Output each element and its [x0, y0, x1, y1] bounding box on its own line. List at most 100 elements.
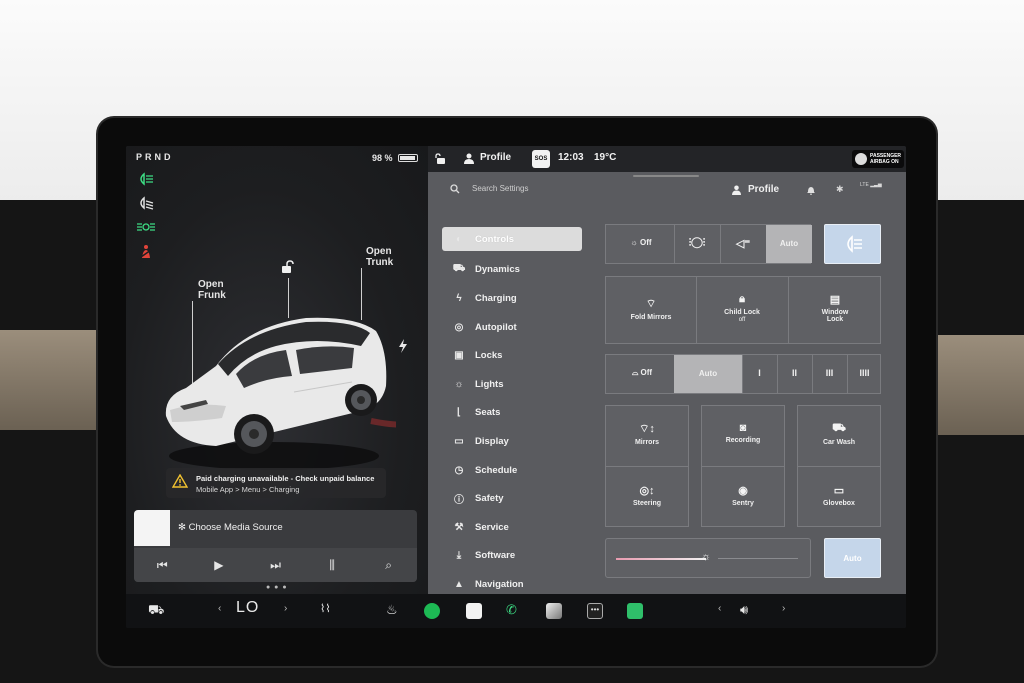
window-lock-button[interactable]: ▤ Window Lock	[788, 293, 882, 323]
wiper-auto-button[interactable]: Auto	[674, 369, 742, 378]
volume-down-chevron-icon[interactable]: ‹	[718, 603, 721, 614]
mirrors-adjust-button[interactable]: ⌔↕ Mirrors	[606, 422, 688, 446]
nav-service[interactable]: ⚒ Service	[442, 513, 582, 542]
charge-port-icon[interactable]	[396, 338, 410, 354]
car-icon: ⛟	[452, 263, 466, 275]
nav-seats[interactable]: ⌊ Seats	[442, 399, 582, 428]
gear-indicator: PRND	[136, 152, 174, 162]
nav-display[interactable]: ▭ Display	[442, 427, 582, 456]
child-lock-label: Child Lock	[724, 309, 760, 316]
nav-locks[interactable]: ▣ Locks	[442, 341, 582, 370]
brightness-track-filled	[616, 558, 706, 560]
touchscreen: PRND 98 % Open Frunk Open Trunk Paid cha…	[126, 146, 906, 628]
lights-off-button[interactable]: ☼ Off	[616, 238, 666, 247]
cabin-temperature[interactable]: LO	[236, 599, 259, 617]
nav-label: Seats	[475, 407, 501, 419]
headlights-control: ☼ Off ⫶◯⫶ ◁⁼ Auto	[605, 224, 812, 264]
alert-circle-icon: ⓘ	[454, 495, 464, 507]
glovebox-button[interactable]: ▭ Glovebox	[798, 484, 880, 507]
mirror-icon: ⌔	[645, 298, 657, 310]
brightness-slider[interactable]: ☼	[605, 538, 811, 578]
profile-button[interactable]: Profile	[480, 152, 511, 163]
nav-label: Schedule	[475, 464, 518, 476]
sentry-label: Sentry	[732, 500, 754, 507]
volume-icon[interactable]: 🔊︎	[740, 602, 748, 618]
brightness-sun-icon[interactable]: ☼	[701, 551, 711, 563]
temp-up-chevron-icon[interactable]: ›	[284, 603, 287, 614]
nav-charging[interactable]: ϟ Charging	[442, 284, 582, 313]
brightness-auto-button[interactable]: Auto	[824, 538, 881, 578]
sos-button[interactable]: SOS	[532, 150, 550, 168]
seat-icon: ⌊	[457, 407, 461, 419]
nav-safety[interactable]: ⓘ Safety	[442, 484, 582, 513]
search-settings-input[interactable]: Search Settings	[472, 184, 528, 193]
parking-lights-button[interactable]: ⫶◯⫶	[674, 237, 720, 250]
wiper-speed-3[interactable]: III	[812, 368, 847, 378]
wiper-icon: ⌓	[631, 368, 639, 377]
nav-label: Dynamics	[475, 264, 520, 276]
nav-schedule[interactable]: ◷ Schedule	[442, 456, 582, 485]
fold-mirrors-button[interactable]: ⌔ Fold Mirrors	[606, 297, 696, 321]
high-beam-button[interactable]	[824, 224, 881, 264]
volume-up-chevron-icon[interactable]: ›	[782, 603, 785, 614]
low-beam-icon: ◁⁼	[735, 238, 751, 250]
car-icon[interactable]: ⛟	[148, 602, 164, 620]
car-wash-button[interactable]: ⛟ Car Wash	[798, 422, 880, 446]
bottom-dock: ⛟ ‹ LO › ⌇⌇ ♨ ✆ ••• ‹ 🔊︎ ›	[126, 594, 906, 628]
album-art	[134, 510, 170, 546]
nav-controls[interactable]: ◐ Controls	[442, 227, 582, 251]
drag-handle[interactable]	[633, 175, 699, 177]
divider	[606, 466, 688, 467]
lock-status-icon[interactable]	[434, 153, 446, 165]
next-track-icon[interactable]: ⏭	[255, 558, 295, 573]
more-apps-icon[interactable]: •••	[587, 603, 603, 619]
settings-panel: Search Settings Profile ✱ LTE ▂▃▅ ◐ Contr…	[428, 172, 906, 594]
low-beam-button[interactable]: ◁⁼	[720, 237, 766, 250]
search-icon[interactable]: ⌕	[369, 558, 409, 573]
alert-detail: Mobile App > Menu > Charging	[196, 485, 300, 494]
play-icon[interactable]: ▶	[199, 558, 239, 572]
seat-heater-icon[interactable]: ⌇⌇	[320, 602, 331, 615]
nav-dynamics[interactable]: ⛟ Dynamics	[442, 256, 582, 285]
open-frunk-button[interactable]: Open Frunk	[198, 279, 226, 301]
sun-icon: ☼	[454, 378, 464, 390]
media-controls: ⏮ ▶ ⏭ ⫼ ⌕	[134, 548, 417, 582]
settings-profile-button[interactable]: Profile	[748, 184, 779, 195]
fold-mirrors-label: Fold Mirrors	[630, 314, 672, 321]
charging-alert[interactable]: Paid charging unavailable - Check unpaid…	[166, 468, 386, 498]
notification-bell-icon[interactable]	[806, 185, 816, 195]
glovebox-label: Glovebox	[823, 500, 855, 507]
battery-icon	[398, 154, 418, 162]
previous-track-icon[interactable]: ⏮	[142, 558, 182, 573]
unlock-icon[interactable]	[280, 260, 294, 274]
open-trunk-button[interactable]: Open Trunk	[366, 246, 393, 268]
profile-icon-2	[732, 185, 741, 195]
nav-software[interactable]: ⤓ Software	[442, 542, 582, 571]
app-launcher-icon[interactable]	[466, 603, 482, 619]
spotify-icon[interactable]	[424, 603, 440, 619]
bluetooth-icon[interactable]: ✱	[836, 184, 844, 195]
wiper-speed-4[interactable]: IIII	[847, 368, 882, 378]
child-lock-button[interactable]: 🔒︎ Child Lock off	[696, 293, 788, 323]
navigation-app-icon[interactable]	[546, 603, 562, 619]
steering-adjust-button[interactable]: ◎↕ Steering	[606, 484, 688, 507]
wiper-off-button[interactable]: ⌓ Off	[614, 368, 670, 378]
nav-autopilot[interactable]: ◎ Autopilot	[442, 313, 582, 342]
wiper-speed-1[interactable]: I	[742, 368, 777, 378]
nav-label: Display	[475, 435, 509, 447]
settings-nav: ◐ Controls ⛟ Dynamics ϟ Charging ◎ Autopilot…	[442, 227, 582, 599]
energy-app-icon[interactable]	[627, 603, 643, 619]
phone-icon[interactable]: ✆	[506, 602, 517, 618]
choose-media-source-button[interactable]: ✻ Choose Media Source	[178, 522, 283, 533]
temp-down-chevron-icon[interactable]: ‹	[218, 603, 221, 614]
equalizer-icon[interactable]: ⫼	[312, 558, 352, 573]
sentry-button[interactable]: ◉ Sentry	[702, 484, 784, 507]
mirrors-locks-group: ⌔ Fold Mirrors 🔒︎ Child Lock off ▤ Window Loc…	[605, 276, 881, 344]
lights-auto-button[interactable]: Auto	[766, 239, 812, 248]
steering-heater-icon[interactable]: ♨	[386, 602, 398, 618]
wiper-speed-2[interactable]: II	[777, 368, 812, 378]
nav-lights[interactable]: ☼ Lights	[442, 370, 582, 399]
display-icon: ▭	[454, 435, 464, 447]
bolt-icon: ϟ	[456, 292, 462, 304]
recording-button[interactable]: ◙ Recording	[702, 422, 784, 444]
